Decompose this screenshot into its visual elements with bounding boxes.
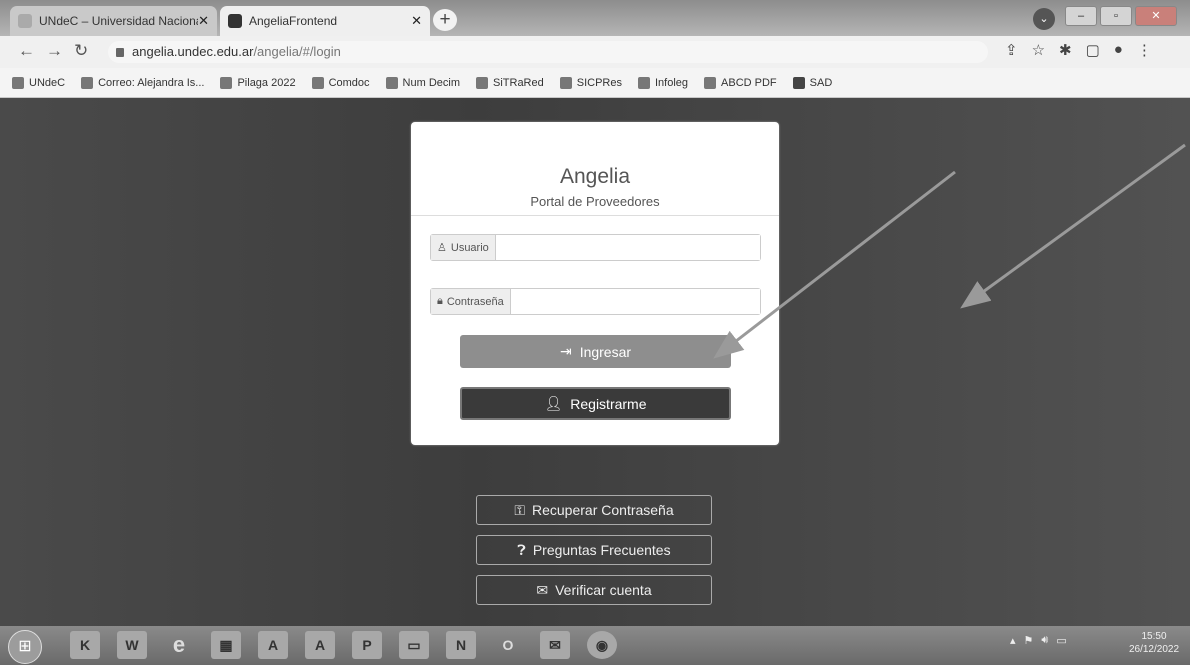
card-header: Angelia Portal de Proveedores <box>411 122 779 216</box>
calculator-icon[interactable]: ▦ <box>211 631 241 659</box>
bookmark-item[interactable]: Infoleg <box>638 76 688 89</box>
tab-undec[interactable]: UNdeC – Universidad Nacional d ✕ <box>10 6 217 36</box>
lock-icon <box>116 48 124 57</box>
faq-button[interactable]: ❓︎ Preguntas Frecuentes <box>476 535 712 565</box>
back-arrow-icon[interactable]: ← <box>18 41 35 61</box>
bookmark-item[interactable]: Correo: Alejandra Is... <box>81 76 204 89</box>
folder-icon[interactable]: ▭ <box>399 631 429 659</box>
username-field: ♙ Usuario <box>430 234 761 261</box>
extensions-icon[interactable]: ✱ <box>1059 41 1072 59</box>
minimize-icon[interactable]: – <box>1065 6 1097 26</box>
reload-icon[interactable]: ↻ <box>74 41 88 61</box>
bookmark-icon <box>81 76 94 89</box>
sidebar-icon[interactable]: ▢ <box>1086 41 1100 59</box>
undec-favicon-icon <box>18 14 32 28</box>
access-icon[interactable]: A <box>305 631 335 659</box>
bookmark-item[interactable]: ABCD PDF <box>704 76 777 89</box>
bookmarks-bar: UNdeC Correo: Alejandra Is... Pilaga 202… <box>0 68 1190 98</box>
user-icon: ♙ <box>437 242 447 254</box>
bookmark-icon <box>559 76 572 89</box>
maximize-icon[interactable]: ▫ <box>1100 6 1132 26</box>
tab-strip: UNdeC – Universidad Nacional d ✕ Angelia… <box>0 0 1190 36</box>
bookmark-icon <box>704 76 717 89</box>
browser-chrome: UNdeC – Universidad Nacional d ✕ Angelia… <box>0 0 1190 98</box>
close-tab-icon[interactable]: ✕ <box>411 13 422 29</box>
bookmark-item[interactable]: SAD <box>792 76 832 89</box>
url-path: /angelia/#/login <box>253 44 341 59</box>
address-bar[interactable]: angelia.undec.edu.ar/angelia/#/login <box>108 41 988 63</box>
system-tray: ▴ ⚑ 🔊︎ ▭ <box>1010 634 1067 647</box>
app-title: Angelia <box>559 165 631 188</box>
tab-angelia[interactable]: AngeliaFrontend ✕ <box>220 6 430 36</box>
flag-icon[interactable]: ⚑ <box>1024 634 1034 647</box>
bookmark-item[interactable]: SICPRes <box>559 76 622 89</box>
bookmark-icon <box>476 76 488 89</box>
onenote-icon[interactable]: N <box>446 631 476 659</box>
clock[interactable]: 15:50 26/12/2022 <box>1122 630 1186 656</box>
show-hidden-icons-icon[interactable]: ▴ <box>1010 634 1016 647</box>
powerpoint-icon[interactable]: P <box>352 631 382 659</box>
volume-icon[interactable]: 🔊︎ <box>1041 634 1048 647</box>
password-input[interactable] <box>510 289 760 314</box>
clock-date: 26/12/2022 <box>1128 644 1180 655</box>
menu-icon[interactable]: ⋮ <box>1137 41 1152 59</box>
url-host: angelia.undec.edu.ar <box>132 44 254 59</box>
network-icon[interactable]: ▭ <box>1056 634 1066 647</box>
envelope-icon: ✉ <box>536 581 549 598</box>
bookmark-item[interactable]: Pilaga 2022 <box>220 76 296 89</box>
password-addon: 🔒︎ Contraseña <box>431 289 511 314</box>
login-button[interactable]: ⇥ Ingresar <box>460 335 731 368</box>
browser-toolbar: ← → ↻ angelia.undec.edu.ar/angelia/#/log… <box>0 36 1190 68</box>
bookmark-item[interactable]: Num Decim <box>385 76 460 89</box>
chrome-icon[interactable]: ◉ <box>587 631 617 659</box>
recover-password-button[interactable]: ⚿ Recuperar Contraseña <box>476 495 712 525</box>
new-tab-button[interactable]: + <box>433 9 457 31</box>
password-field: 🔒︎ Contraseña <box>430 288 761 315</box>
bookmark-item[interactable]: SiTRaRed <box>476 76 544 89</box>
star-icon[interactable]: ☆ <box>1032 41 1045 59</box>
question-circle-icon: ❓︎ <box>517 541 526 558</box>
bookmark-item[interactable]: Comdoc <box>311 76 370 89</box>
username-addon: ♙ Usuario <box>431 235 496 260</box>
windows-taskbar: ⊞ K W e ▦ A A P ▭ N O ✉ ◉ ▴ ⚑ 🔊︎ ▭ 15:50… <box>0 626 1190 665</box>
profile-icon[interactable]: ● <box>1114 41 1123 59</box>
lock-icon: 🔒︎ <box>437 295 443 307</box>
username-input[interactable] <box>495 235 760 260</box>
login-card: Angelia Portal de Proveedores ♙ Usuario 🔒… <box>411 122 779 445</box>
bookmark-icon <box>220 76 233 89</box>
close-window-icon[interactable]: ✕ <box>1135 6 1177 26</box>
bookmark-icon <box>792 76 805 89</box>
key-icon: ⚿ <box>514 501 525 518</box>
bookmark-icon <box>638 76 650 89</box>
sign-in-icon: ⇥ <box>559 343 572 359</box>
angular-favicon-icon <box>228 14 242 28</box>
app-subtitle: Portal de Proveedores <box>530 194 660 209</box>
window-controls: – ▫ ✕ <box>1065 6 1177 26</box>
word-icon[interactable]: W <box>117 631 147 659</box>
register-button[interactable]: 👤︎ Registrarme <box>460 387 731 420</box>
close-tab-icon[interactable]: ✕ <box>198 13 209 29</box>
user-plus-icon: 👤︎ <box>544 395 563 411</box>
clock-time: 15:50 <box>1141 631 1167 642</box>
ks-app-icon[interactable]: K <box>70 631 100 659</box>
forward-arrow-icon[interactable]: → <box>46 41 63 61</box>
mail-icon[interactable]: ✉ <box>540 631 570 659</box>
acrobat-icon[interactable]: A <box>258 631 288 659</box>
verify-account-button[interactable]: ✉ Verificar cuenta <box>476 575 712 605</box>
internet-explorer-icon[interactable]: e <box>164 631 194 659</box>
bookmark-icon <box>385 76 398 89</box>
tab-title: UNdeC – Universidad Nacional d <box>39 14 199 28</box>
chevron-down-icon[interactable]: ⌄ <box>1033 8 1055 30</box>
opera-icon[interactable]: O <box>493 631 523 659</box>
bookmark-item[interactable]: UNdeC <box>12 76 65 89</box>
share-icon[interactable]: ⇪ <box>1005 41 1018 59</box>
start-icon[interactable]: ⊞ <box>8 630 42 664</box>
bookmark-icon <box>12 76 24 89</box>
tab-title: AngeliaFrontend <box>249 14 338 28</box>
bookmark-icon <box>311 76 324 89</box>
toolbar-icons: ⇪ ☆ ✱ ▢ ● ⋮ <box>1005 41 1152 59</box>
